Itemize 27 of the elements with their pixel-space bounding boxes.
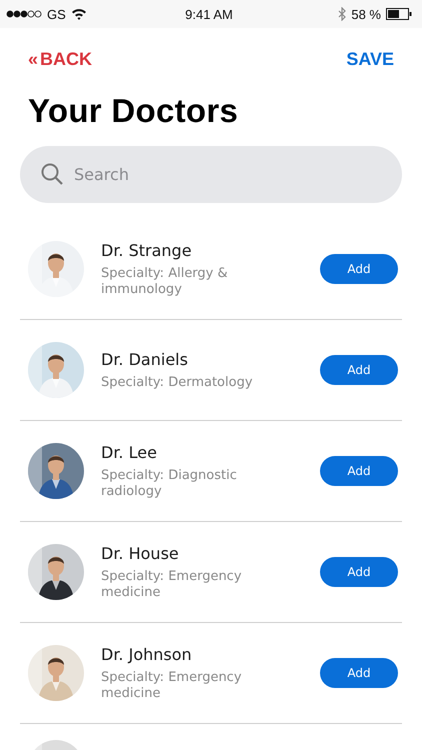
- wifi-icon: [70, 8, 87, 20]
- doctor-specialty: Specialty: Allergy & immunology: [101, 266, 229, 298]
- doctor-name: Dr. Johnson: [101, 644, 193, 664]
- add-button[interactable]: Add: [320, 658, 398, 688]
- add-button[interactable]: Add: [320, 557, 398, 587]
- bluetooth-icon: [338, 7, 346, 21]
- save-link[interactable]: SAVE: [346, 48, 394, 70]
- carrier-name: GS: [47, 6, 66, 22]
- doctor-specialty: Specialty: Emergency medicine: [101, 670, 243, 702]
- search-icon: [40, 162, 64, 186]
- back-link[interactable]: «BACK: [28, 48, 92, 70]
- search-field[interactable]: Search: [20, 146, 402, 203]
- page-title: Your Doctors: [28, 92, 240, 130]
- add-button[interactable]: Add: [320, 355, 398, 385]
- doctor-name: Dr. Daniels: [101, 350, 189, 368]
- doctor-name: Dr. House: [101, 544, 180, 562]
- doctor-specialty: Specialty: Dermatology: [101, 374, 254, 390]
- doctor-name: Dr. Strange: [101, 240, 193, 260]
- doctor-specialty: Specialty: Diagnostic radiology: [101, 468, 238, 500]
- doctor-name: Dr. Lee: [101, 442, 158, 462]
- add-button[interactable]: Add: [320, 456, 398, 486]
- doctor-specialty: Specialty: Emergency medicine: [101, 568, 243, 600]
- clock-time: 9:41 AM: [185, 6, 233, 22]
- battery-percent: 58 %: [351, 6, 381, 22]
- battery-icon: [386, 8, 412, 20]
- add-button[interactable]: Add: [320, 254, 398, 284]
- signal-icon: [6, 10, 42, 18]
